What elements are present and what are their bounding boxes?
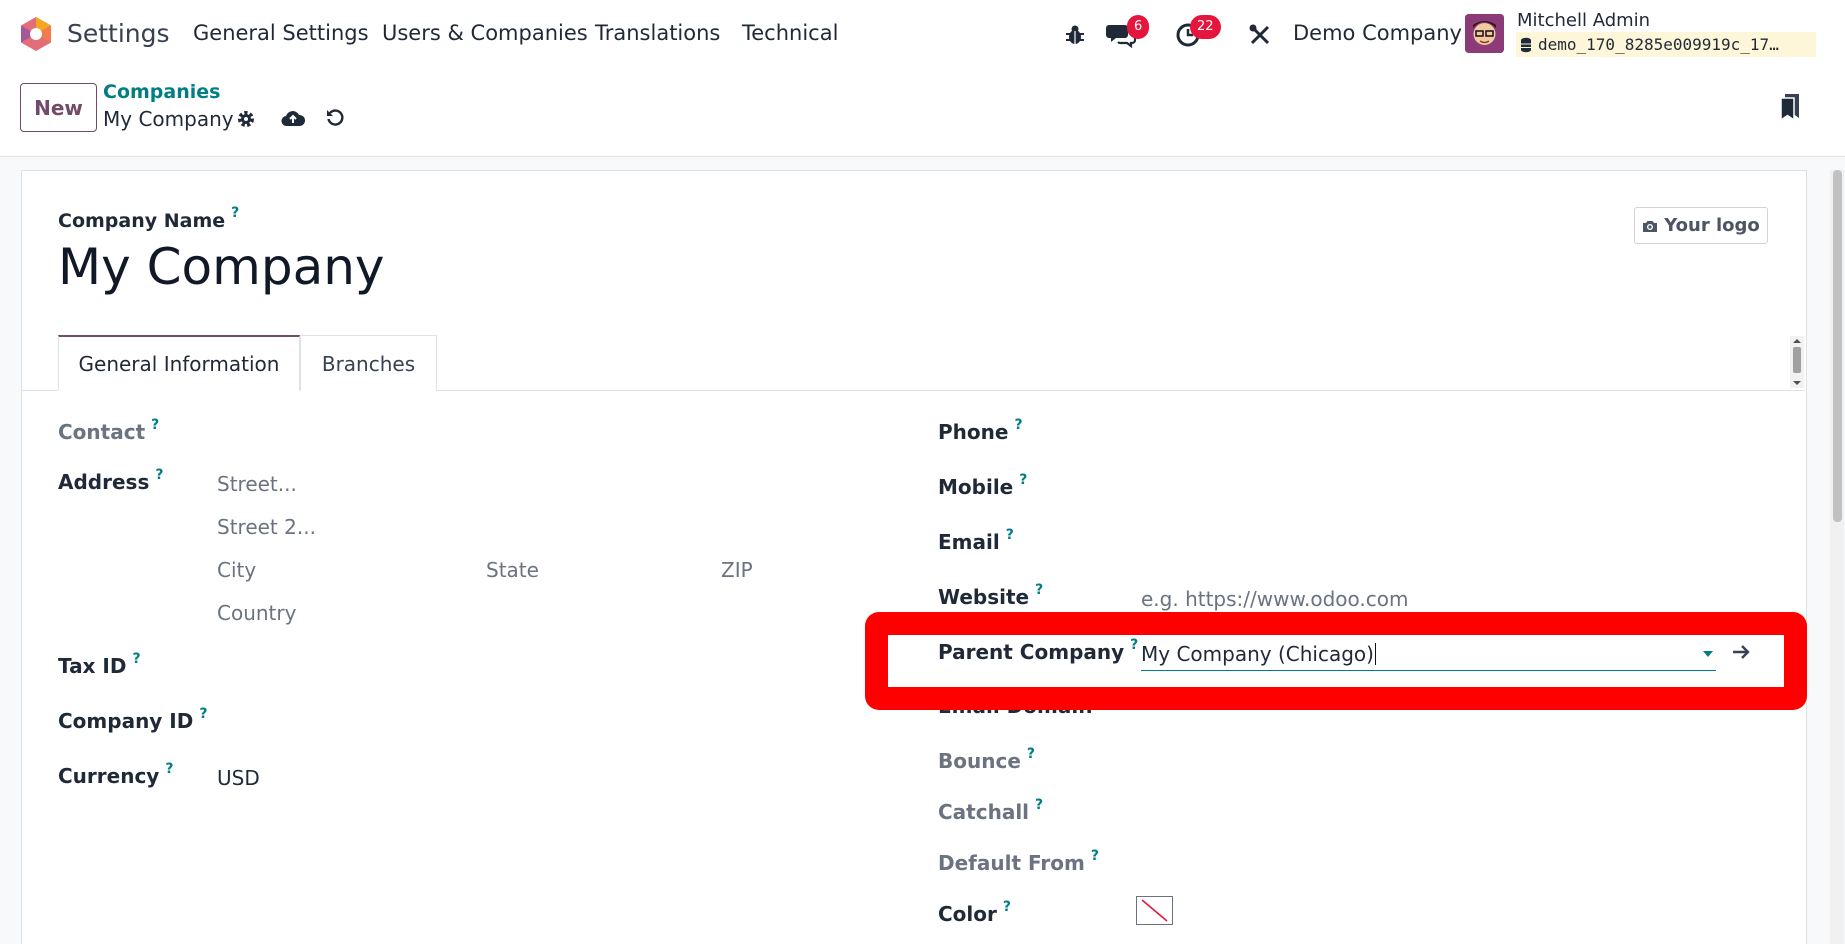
help-icon[interactable]: ? xyxy=(155,467,163,483)
website-input[interactable]: e.g. https://www.odoo.com xyxy=(1141,587,1408,611)
menu-technical[interactable]: Technical xyxy=(742,21,838,45)
tax-id-label-text: Tax ID xyxy=(58,654,127,678)
logo-upload-button[interactable]: Your logo xyxy=(1634,207,1768,244)
new-button[interactable]: New xyxy=(20,83,97,132)
address-label: Address? xyxy=(58,467,163,494)
parent-company-input[interactable]: My Company (Chicago) xyxy=(1141,637,1716,671)
help-icon[interactable]: ? xyxy=(231,205,239,221)
email-label: Email? xyxy=(938,527,1014,554)
bounce-label: Bounce? xyxy=(938,746,1035,773)
app-title[interactable]: Settings xyxy=(67,19,170,48)
breadcrumb-companies[interactable]: Companies xyxy=(103,81,220,103)
phone-label: Phone? xyxy=(938,417,1023,444)
top-navbar: Settings General Settings Users & Compan… xyxy=(0,0,1845,70)
mobile-label-text: Mobile xyxy=(938,475,1014,499)
website-label-text: Website xyxy=(938,585,1030,609)
color-label-text: Color xyxy=(938,902,997,926)
country-select[interactable]: Country xyxy=(217,601,296,625)
website-label: Website? xyxy=(938,582,1043,609)
bug-icon[interactable] xyxy=(1064,24,1086,46)
company-switcher[interactable]: Demo Company xyxy=(1293,21,1462,45)
parent-company-label: Parent Company? xyxy=(938,637,1138,664)
currency-label-text: Currency xyxy=(58,764,160,788)
color-picker-swatch[interactable] xyxy=(1136,896,1173,925)
help-icon[interactable]: ? xyxy=(165,761,173,777)
activities-count-badge: 22 xyxy=(1190,15,1221,39)
default-from-label: Default From? xyxy=(938,848,1099,875)
company-id-label-text: Company ID xyxy=(58,709,194,733)
color-label: Color? xyxy=(938,899,1011,926)
internal-link-arrow-icon[interactable] xyxy=(1732,643,1752,661)
caret-down-icon[interactable] xyxy=(1702,650,1714,658)
inner-scrollbar-arrows-icon xyxy=(1793,339,1801,385)
company-name-input[interactable]: My Company xyxy=(58,238,385,296)
database-indicator: demo_170_8285e009919c_17… xyxy=(1516,32,1816,57)
city-input[interactable]: City xyxy=(217,558,256,582)
company-id-label: Company ID? xyxy=(58,706,207,733)
street2-input[interactable]: Street 2... xyxy=(217,515,316,539)
avatar[interactable] xyxy=(1465,14,1504,53)
database-name: demo_170_8285e009919c_17… xyxy=(1538,35,1779,54)
logo-upload-label: Your logo xyxy=(1664,215,1760,236)
catchall-label-text: Catchall xyxy=(938,800,1030,824)
inner-scrollbar[interactable] xyxy=(1790,336,1804,388)
messages-count-badge: 6 xyxy=(1127,15,1150,39)
zip-input[interactable]: ZIP xyxy=(721,558,753,582)
user-avatar-icon xyxy=(1465,14,1504,53)
help-icon[interactable]: ? xyxy=(1130,637,1138,653)
help-icon[interactable]: ? xyxy=(1027,746,1035,762)
help-icon[interactable]: ? xyxy=(1003,899,1011,915)
default-from-label-text: Default From xyxy=(938,851,1085,875)
state-select[interactable]: State xyxy=(486,558,539,582)
odoo-logo-icon[interactable] xyxy=(20,16,52,52)
help-icon[interactable]: ? xyxy=(1035,797,1043,813)
address-label-text: Address xyxy=(58,470,150,494)
discard-icon[interactable] xyxy=(325,108,345,128)
catchall-label: Catchall? xyxy=(938,797,1043,824)
tax-id-label: Tax ID? xyxy=(58,651,141,678)
currency-select[interactable]: USD xyxy=(217,766,260,790)
company-name-label: Company Name? xyxy=(58,205,239,232)
menu-general-settings[interactable]: General Settings xyxy=(193,21,369,45)
phone-label-text: Phone xyxy=(938,420,1009,444)
help-icon[interactable]: ? xyxy=(151,417,159,433)
help-icon[interactable]: ? xyxy=(1019,472,1027,488)
text-cursor xyxy=(1374,642,1376,665)
page-scrollbar-thumb[interactable] xyxy=(1833,170,1842,522)
help-icon[interactable]: ? xyxy=(199,706,207,722)
camera-icon xyxy=(1643,220,1658,232)
company-name-label-text: Company Name xyxy=(58,210,226,232)
menu-translations[interactable]: Translations xyxy=(595,21,720,45)
tab-branches[interactable]: Branches xyxy=(300,335,437,391)
tools-icon[interactable] xyxy=(1248,23,1272,47)
gear-icon[interactable] xyxy=(236,109,256,129)
help-icon[interactable]: ? xyxy=(1035,582,1043,598)
breadcrumb-current: My Company xyxy=(103,107,234,131)
street-input[interactable]: Street... xyxy=(217,472,297,496)
help-icon[interactable]: ? xyxy=(1091,848,1099,864)
database-icon xyxy=(1521,37,1531,52)
control-panel: New Companies My Company xyxy=(0,70,1845,157)
currency-label: Currency? xyxy=(58,761,173,788)
parent-company-value: My Company (Chicago) xyxy=(1141,641,1374,666)
menu-users-companies[interactable]: Users & Companies xyxy=(382,21,588,45)
bookmark-icon[interactable] xyxy=(1779,93,1801,121)
tab-general-information[interactable]: General Information xyxy=(58,335,300,391)
user-name[interactable]: Mitchell Admin xyxy=(1517,10,1650,31)
mobile-label: Mobile? xyxy=(938,472,1027,499)
parent-company-label-text: Parent Company xyxy=(938,640,1125,664)
help-icon[interactable]: ? xyxy=(1006,527,1014,543)
save-cloud-icon[interactable] xyxy=(281,108,305,128)
help-icon[interactable]: ? xyxy=(1014,417,1022,433)
bounce-label-text: Bounce xyxy=(938,749,1021,773)
email-label-text: Email xyxy=(938,530,1000,554)
contact-label-text: Contact xyxy=(58,420,146,444)
contact-label: Contact? xyxy=(58,417,159,444)
help-icon[interactable]: ? xyxy=(132,651,140,667)
